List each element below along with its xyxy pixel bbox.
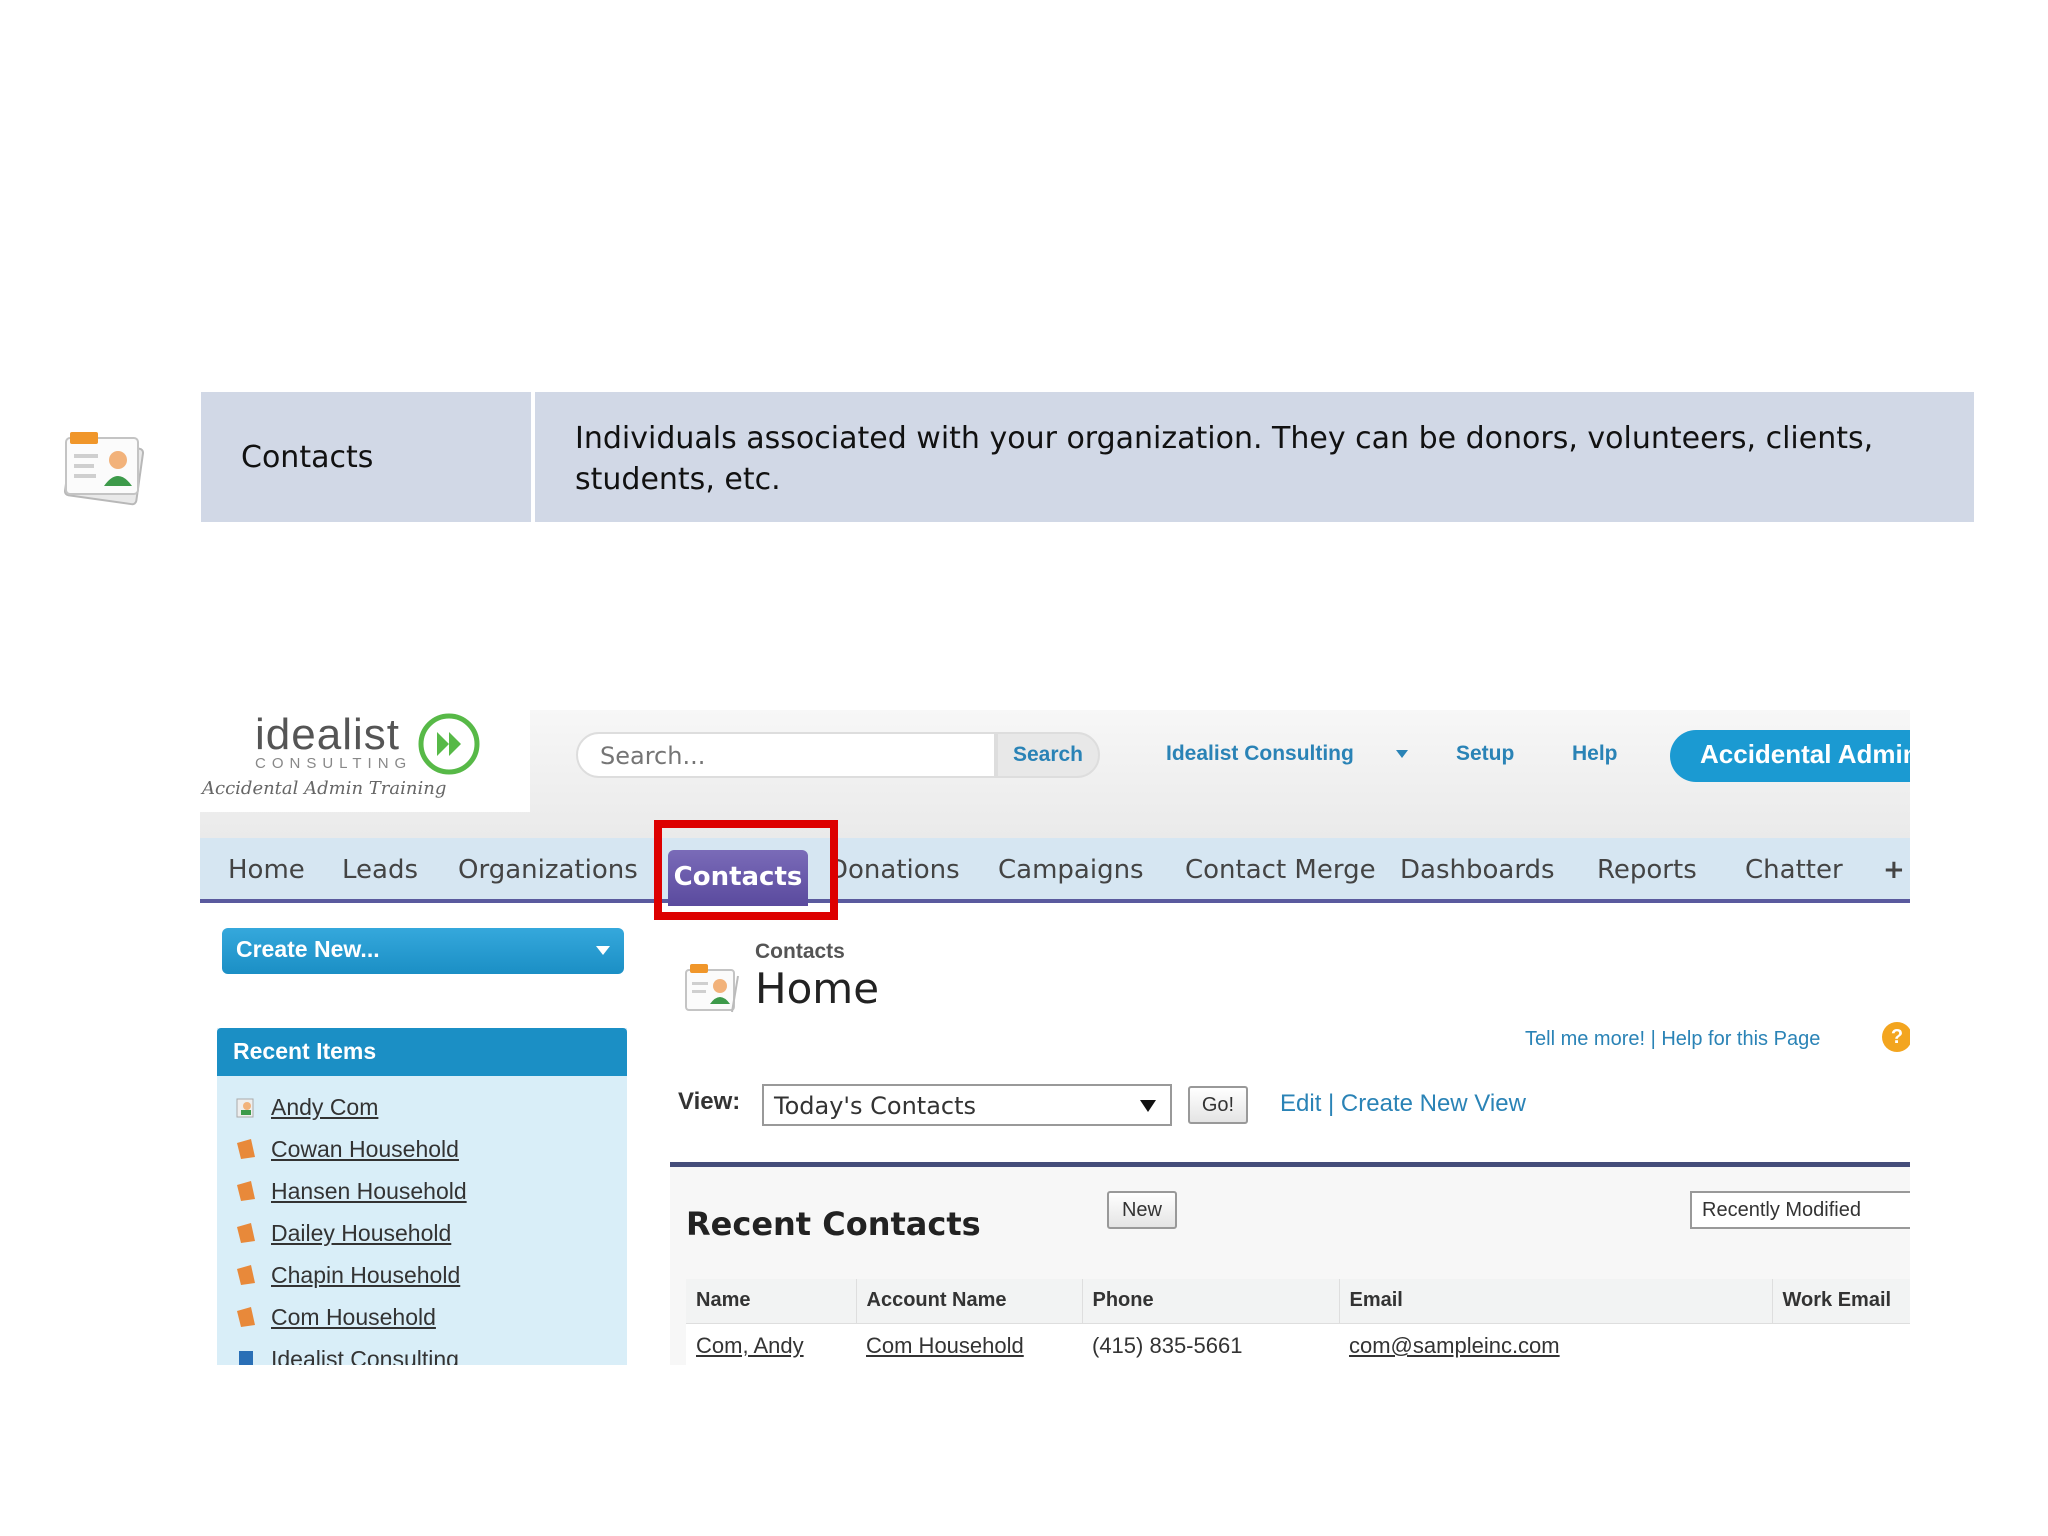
sort-select[interactable]: Recently Modified: [1690, 1191, 1910, 1229]
definition-row: Contacts Individuals associated with you…: [201, 392, 1974, 522]
go-button[interactable]: Go!: [1188, 1086, 1248, 1124]
column-header-account-name[interactable]: Account Name: [855, 1279, 1082, 1324]
edit-create-view-links[interactable]: Edit | Create New View: [1280, 1090, 1526, 1118]
tab-home[interactable]: Home: [228, 855, 305, 885]
column-header-name[interactable]: Name: [686, 1279, 856, 1324]
tab-leads[interactable]: Leads: [342, 855, 418, 885]
household-icon: [237, 1223, 255, 1243]
chevron-down-icon: [1140, 1100, 1156, 1112]
breadcrumb: Contacts: [755, 940, 845, 963]
contact-icon: [236, 1098, 254, 1118]
view-select[interactable]: Today's Contacts: [762, 1084, 1172, 1126]
email-link[interactable]: com@sampleinc.com: [1349, 1333, 1560, 1358]
create-new-button[interactable]: Create New...: [222, 928, 624, 974]
create-new-label: Create New...: [236, 936, 380, 962]
add-tab-plus-icon[interactable]: +: [1883, 855, 1905, 885]
cell-phone: (415) 835-5661: [1082, 1323, 1339, 1365]
recent-contacts-title: Recent Contacts: [686, 1205, 981, 1243]
view-selected-value: Today's Contacts: [774, 1092, 977, 1120]
header-bar: idealist CONSULTING Accidental Admin Tra…: [200, 710, 1910, 838]
list-item: Idealist Consulting: [217, 1338, 627, 1365]
cell-email: com@sampleinc.com: [1339, 1323, 1772, 1365]
table-row: Com, Andy Com Household (415) 835-5661 c…: [686, 1323, 1910, 1365]
tab-bar: Home Leads Organizations Contacts Donati…: [200, 838, 1910, 906]
definition-term: Contacts: [201, 392, 535, 522]
tab-campaigns[interactable]: Campaigns: [998, 855, 1144, 885]
search-field[interactable]: [600, 742, 972, 770]
column-header-email[interactable]: Email: [1338, 1279, 1772, 1324]
column-header-phone[interactable]: Phone: [1081, 1279, 1339, 1324]
view-label: View:: [678, 1088, 741, 1115]
list-item: Andy Com: [217, 1086, 627, 1128]
list-item: Cowan Household: [217, 1128, 627, 1170]
recent-item-link[interactable]: Dailey Household: [271, 1220, 451, 1247]
contacts-tab-highlight: [654, 820, 838, 920]
list-item: Chapin Household: [217, 1254, 627, 1296]
help-icon[interactable]: ?: [1882, 1022, 1910, 1052]
recent-contacts-table: Name Account Name Phone Email Work Email…: [686, 1279, 1910, 1365]
page-title: Home: [755, 964, 880, 1013]
help-links[interactable]: Tell me more! | Help for this Page: [1525, 1028, 1820, 1051]
org-menu-link[interactable]: Idealist Consulting: [1166, 742, 1354, 766]
recent-item-link[interactable]: Idealist Consulting: [271, 1346, 459, 1366]
recent-item-link[interactable]: Hansen Household: [271, 1178, 467, 1205]
logo-script: Accidental Admin Training: [202, 778, 447, 799]
sort-selected-value: Recently Modified: [1702, 1199, 1861, 1221]
contact-name-link[interactable]: Com, Andy: [696, 1333, 804, 1358]
recent-item-link[interactable]: Cowan Household: [271, 1136, 459, 1163]
tab-organizations[interactable]: Organizations: [458, 855, 638, 885]
tab-reports[interactable]: Reports: [1597, 855, 1697, 885]
play-icon: [418, 713, 480, 775]
chevron-down-icon: [596, 946, 610, 955]
cell-work-email: [1772, 1323, 1910, 1365]
tab-chatter[interactable]: Chatter: [1745, 855, 1843, 885]
app-switcher-button[interactable]: Accidental Admin: [1670, 730, 1910, 782]
contact-card-icon: [63, 432, 145, 506]
list-item: Dailey Household: [217, 1212, 627, 1254]
tab-contact-merge[interactable]: Contact Merge: [1185, 855, 1376, 885]
cell-name: Com, Andy: [686, 1323, 856, 1365]
search-input[interactable]: [576, 732, 996, 778]
cell-account: Com Household: [856, 1323, 1082, 1365]
recent-items-title: Recent Items: [217, 1028, 627, 1076]
help-link[interactable]: Help: [1572, 742, 1618, 766]
household-icon: [237, 1307, 255, 1327]
recent-item-link[interactable]: Andy Com: [271, 1094, 378, 1121]
chevron-down-icon[interactable]: [1396, 750, 1408, 758]
recent-contacts-panel: Recent Contacts New Recently Modified Na…: [670, 1162, 1910, 1365]
household-icon: [237, 1265, 255, 1285]
column-header-work-email[interactable]: Work Email: [1771, 1279, 1910, 1324]
organization-icon: [239, 1351, 253, 1365]
logo-subtitle: CONSULTING: [255, 755, 413, 772]
salesforce-screenshot: idealist CONSULTING Accidental Admin Tra…: [200, 710, 1910, 1365]
tab-dashboards[interactable]: Dashboards: [1400, 855, 1555, 885]
household-icon: [237, 1181, 255, 1201]
recent-items-list: Andy Com Cowan Household Hansen Househol…: [217, 1076, 627, 1365]
recent-item-link[interactable]: Chapin Household: [271, 1262, 460, 1289]
new-contact-button[interactable]: New: [1107, 1191, 1177, 1229]
definition-description: Individuals associated with your organiz…: [575, 421, 1874, 497]
account-name-link[interactable]: Com Household: [866, 1333, 1024, 1358]
setup-link[interactable]: Setup: [1456, 742, 1514, 766]
contact-card-icon: [685, 964, 739, 1013]
search-button[interactable]: Search: [996, 732, 1100, 778]
tab-donations[interactable]: Donations: [828, 855, 960, 885]
logo-word: idealist: [255, 710, 400, 759]
list-item: Hansen Household: [217, 1170, 627, 1212]
household-icon: [237, 1139, 255, 1159]
list-item: Com Household: [217, 1296, 627, 1338]
logo: idealist CONSULTING Accidental Admin Tra…: [200, 710, 530, 812]
recent-item-link[interactable]: Com Household: [271, 1304, 436, 1331]
table-header-row: Name Account Name Phone Email Work Email: [686, 1279, 1910, 1324]
recent-items-panel: Recent Items Andy Com Cowan Household Ha…: [217, 1028, 627, 1365]
